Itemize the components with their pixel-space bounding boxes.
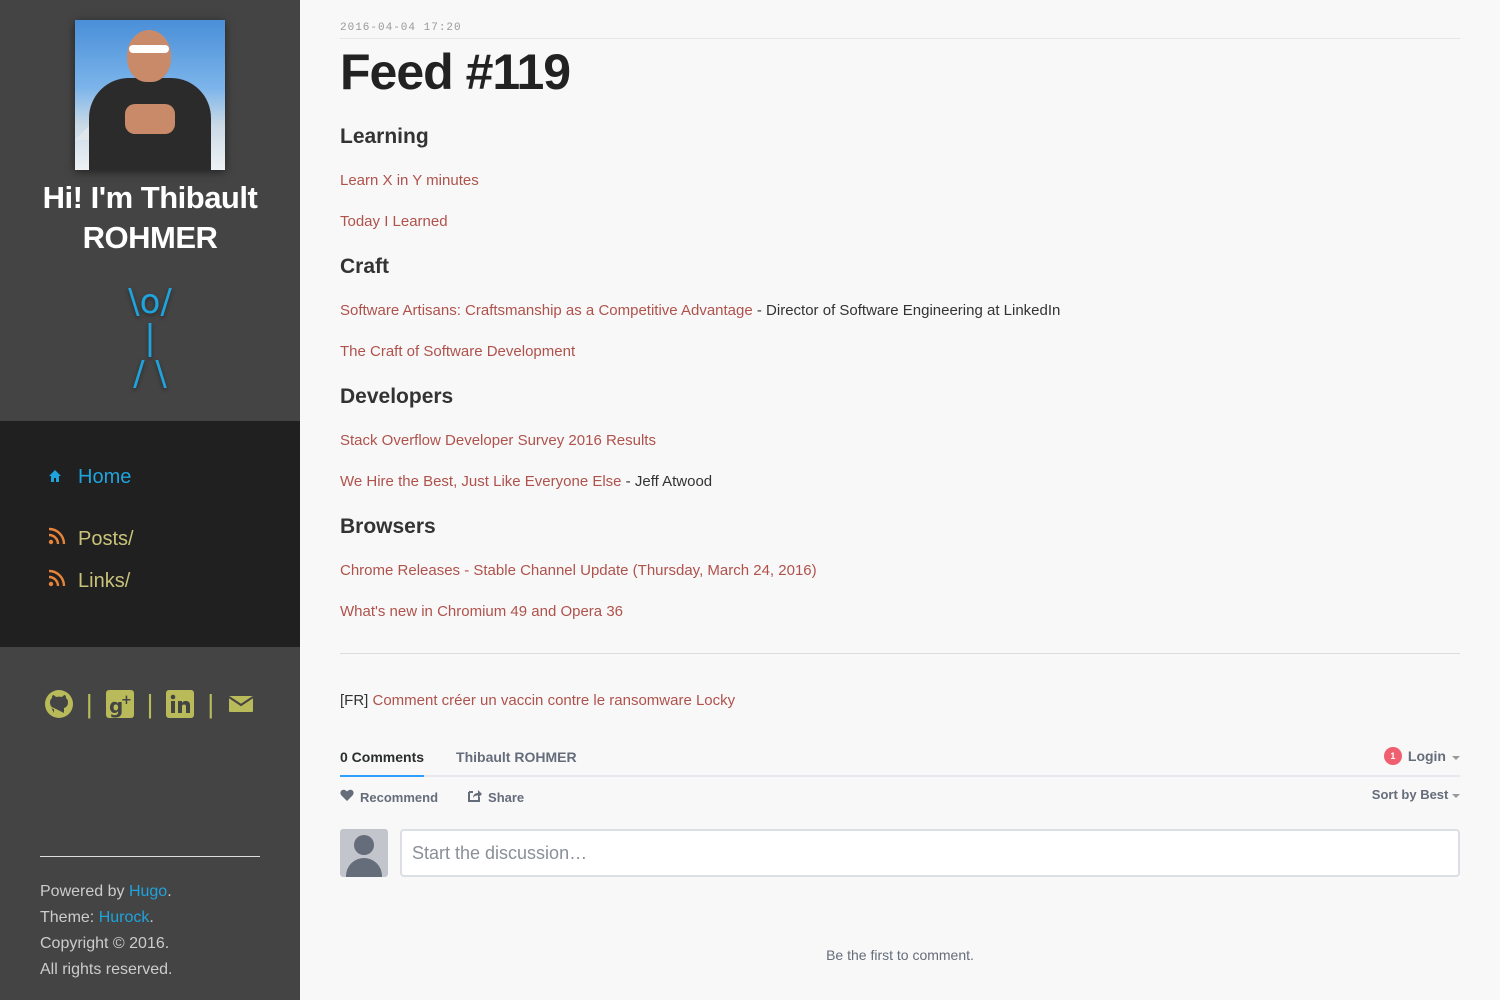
link-suffix: - Jeff Atwood [621,473,713,490]
article-link[interactable]: The Craft of Software Development [340,343,575,360]
linkedin-icon[interactable] [163,687,197,721]
sidebar-footer: Powered by Hugo. Theme: Hurock. Copyrigh… [40,856,260,983]
link-item: Today I Learned [340,212,1460,231]
separator: | [85,688,93,719]
next-post-link[interactable]: Comment créer un vaccin contre le ransom… [373,692,736,709]
share-icon [468,789,483,805]
comment-actions: Recommend Share Sort by Best [340,787,1460,807]
article-link[interactable]: Software Artisans: Craftsmanship as a Co… [340,302,753,319]
link-suffix: - Director of Software Engineering at Li… [752,302,1061,319]
link-item: Chrome Releases - Stable Channel Update … [340,561,1460,580]
login-menu[interactable]: 1 Login [1383,747,1460,765]
notification-badge: 1 [1383,747,1402,765]
powered-by: Powered by Hugo. [40,883,172,900]
site-owner-name: Hi! I'm Thibault ROHMER [0,178,300,258]
section-heading: Craft [340,255,390,278]
share-button[interactable]: Share [468,789,524,805]
link-item: Software Artisans: Craftsmanship as a Co… [340,301,1460,320]
login-label: Login [1407,748,1446,764]
hurock-link[interactable]: Hurock [99,909,150,926]
nav-item-posts[interactable]: Posts/ [0,523,300,555]
nav-item-links[interactable]: Links/ [0,565,300,597]
empty-comments-message: Be the first to comment. [826,947,974,963]
article-link[interactable]: Chrome Releases - Stable Channel Update … [340,562,817,579]
theme-credit: Theme: Hurock. [40,909,154,926]
article-link[interactable]: What's new in Chromium 49 and Opera 36 [340,603,623,620]
social-links: | g + | | [0,687,300,721]
mail-icon[interactable] [224,687,258,721]
post-body: Learning Learn X in Y minutes Today I Lear… [340,125,1460,621]
copyright: Copyright © 2016. [40,935,170,952]
github-icon[interactable] [42,687,76,721]
article-link[interactable]: We Hire the Best, Just Like Everyone Els… [340,473,622,490]
google-plus-icon[interactable]: g + [103,687,137,721]
comments-section: 0 Comments Thibault ROHMER 1 Login Recom… [340,739,1460,1000]
article-link[interactable]: Learn X in Y minutes [340,172,479,189]
link-item: The Craft of Software Development [340,342,1460,361]
section-heading: Browsers [340,515,436,538]
user-avatar [340,829,388,877]
comments-tabs: 0 Comments Thibault ROHMER 1 Login [340,739,1460,777]
main-nav: Home Posts/ Links/ [0,421,300,647]
name-line-2: ROHMER [82,220,218,255]
chevron-down-icon [1452,787,1460,802]
link-item: Stack Overflow Developer Survey 2016 Res… [340,431,1460,450]
divider [340,653,1460,654]
rss-icon [48,569,78,593]
chevron-down-icon [1452,748,1460,764]
hugo-link[interactable]: Hugo [129,883,167,900]
main-content: 2016-04-04 17:20 Feed #119 Learning Learn… [340,0,1460,1000]
profile-photo [75,20,225,170]
link-item: Learn X in Y minutes [340,171,1460,190]
post-title: Feed #119 [340,44,571,100]
nav-label: Posts/ [78,527,134,550]
separator: | [146,688,154,719]
sidebar: Hi! I'm Thibault ROHMER \o/ | / \ Home P… [0,0,300,1000]
article-link[interactable]: Today I Learned [340,213,448,230]
heart-icon [340,789,354,805]
profile: Hi! I'm Thibault ROHMER \o/ | / \ [0,0,300,421]
nav-label: Links/ [78,569,131,592]
nav-label: Home [78,465,132,488]
name-line-1: Hi! I'm Thibault [42,180,258,215]
home-icon [48,466,78,489]
sort-dropdown[interactable]: Sort by Best [1372,787,1460,802]
post-date: 2016-04-04 17:20 [340,22,1460,39]
comment-composer: Start the discussion… [340,829,1460,877]
link-item: We Hire the Best, Just Like Everyone Els… [340,472,1460,491]
tab-community[interactable]: Thibault ROHMER [456,749,577,775]
nav-item-home[interactable]: Home [0,461,300,493]
rss-icon [48,527,78,551]
recommend-button[interactable]: Recommend [340,789,438,805]
section-heading: Learning [340,125,429,148]
rights-reserved: All rights reserved. [40,961,173,978]
next-post: [FR] Comment créer un vaccin contre le r… [340,692,736,709]
svg-text:+: + [121,693,132,708]
comment-input[interactable]: Start the discussion… [400,829,1460,877]
separator: | [207,688,215,719]
article-link[interactable]: Stack Overflow Developer Survey 2016 Res… [340,432,656,449]
link-item: What's new in Chromium 49 and Opera 36 [340,602,1460,621]
section-heading: Developers [340,385,454,408]
tab-comments[interactable]: 0 Comments [340,749,425,777]
ascii-figure: \o/ | / \ [128,282,172,394]
